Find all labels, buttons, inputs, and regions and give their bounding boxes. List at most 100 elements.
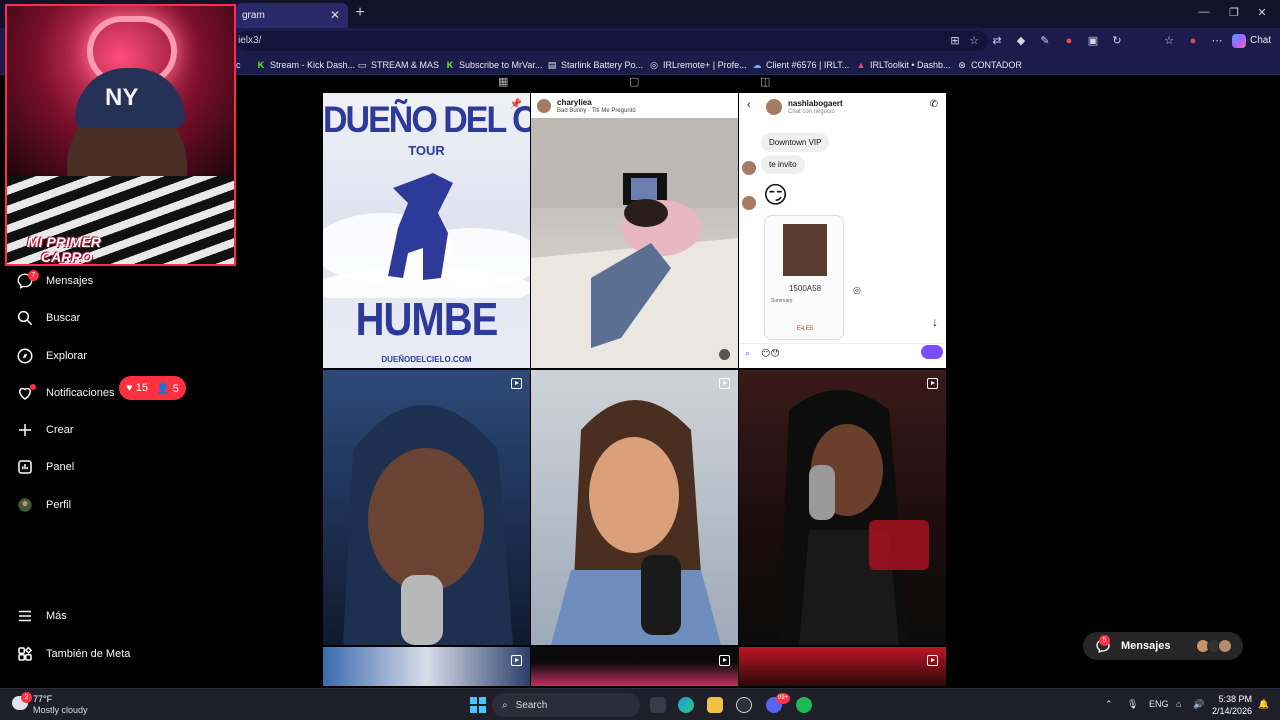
taskbar: 2 77°F Mostly cloudy ⌕ Search 99+ ⌃ 🎙 EN… — [0, 688, 1280, 720]
extension-icon[interactable]: ▣ — [1084, 32, 1102, 50]
emoji-icon: 😏 — [763, 182, 789, 209]
pinned-icon: 📌 — [509, 99, 522, 110]
maximize-icon[interactable]: ❐ — [1226, 6, 1242, 19]
avatar — [742, 161, 756, 175]
browser-tab[interactable]: gram ✕ — [236, 3, 348, 28]
task-view-icon[interactable] — [650, 697, 666, 713]
post-tile[interactable] — [739, 370, 946, 645]
follows-count: 👤 5 — [155, 382, 179, 395]
bookmark-item[interactable]: ▤ Starlink Battery Po... — [547, 58, 643, 72]
windows-start-icon[interactable] — [470, 697, 486, 713]
extension-icon[interactable]: ◆ — [1012, 32, 1030, 50]
chevron-up-icon[interactable]: ⌃ — [1105, 699, 1113, 710]
edge-icon[interactable] — [678, 697, 694, 713]
bookmark-item[interactable]: K Subscribe to MrVar... — [445, 58, 543, 72]
post-tile[interactable] — [531, 370, 738, 645]
bookmark-item[interactable]: K Stream - Kick Dash... — [256, 58, 355, 72]
screen: gram ✕ + — ❐ ✕ ielx3/ ⊞ ☆ ⇄ ◆ ✎ ● ▣ ↻ ☆ … — [0, 0, 1280, 720]
emoji-icon: 😶😯 — [761, 348, 780, 358]
sidebar-item-explore[interactable]: Explorar — [16, 345, 87, 367]
mute-icon[interactable] — [719, 349, 730, 360]
weather-description[interactable]: Mostly cloudy — [33, 705, 88, 715]
grid-tab-icon[interactable]: ▦ — [498, 75, 508, 88]
post-tile[interactable]: DUEÑO DEL CIELO TOUR HUMBE DUEÑODELCIELO… — [323, 93, 530, 368]
ticket-card: 1500A58 Summary E4,E5 — [764, 215, 844, 340]
poster-subtitle: TOUR — [408, 143, 445, 158]
tagged-tab-icon[interactable]: ◫ — [760, 75, 770, 88]
sidebar-item-profile[interactable]: Perfil — [16, 494, 71, 516]
obs-icon[interactable] — [736, 697, 752, 713]
volume-icon[interactable]: 🔊 — [1193, 699, 1204, 710]
extension-icon[interactable]: ⇄ — [988, 32, 1006, 50]
chat-label: Chat — [1250, 35, 1272, 46]
clock-time: 5:38 PM — [1218, 694, 1252, 704]
weather-badge: 2 — [21, 692, 32, 703]
cloud-icon: ☁ — [752, 60, 762, 70]
sidebar-item-dashboard[interactable]: Panel — [16, 456, 74, 478]
bookmark-item[interactable]: ⊛ CONTADOR — [957, 58, 1022, 72]
weather-temperature[interactable]: 77°F — [33, 694, 52, 704]
sidebar-item-also-from-meta[interactable]: También de Meta — [16, 643, 130, 665]
search-label: Search — [515, 699, 548, 711]
address-input[interactable]: ielx3/ — [236, 31, 988, 51]
spotify-icon[interactable] — [796, 697, 812, 713]
ny-logo: NY — [105, 84, 139, 111]
avatar — [537, 99, 551, 113]
sidebar-item-search[interactable]: Buscar — [16, 307, 80, 329]
bookmark-item[interactable]: ▲ IRLToolkit • Dashb... — [856, 58, 951, 72]
address-text: ielx3/ — [238, 35, 262, 46]
bookmark-item[interactable]: ☁ Client #6576 | IRLT... — [752, 58, 850, 72]
webcam-caption-1: MI PRIMER — [27, 234, 101, 250]
chat-subtitle: Chat con negocio — [788, 109, 835, 115]
post-tile[interactable]: charyliea Bad Bunny · Tití Me Preguntó — [531, 93, 738, 368]
ticket-photo — [783, 224, 827, 276]
close-window-icon[interactable]: ✕ — [1254, 6, 1270, 19]
profile-icon[interactable]: ● — [1184, 32, 1202, 50]
taskbar-search[interactable]: ⌕ Search — [492, 693, 640, 717]
meta-icon — [18, 646, 33, 661]
webcam-caption-2: CARRO — [41, 249, 93, 265]
reel-icon — [719, 655, 730, 666]
bookmark-item[interactable]: ◎ IRLremote+ | Profe... — [649, 58, 747, 72]
bookmark-item[interactable]: ▭ STREAM & MAS — [357, 58, 439, 72]
bookmark-item[interactable]: c — [236, 58, 241, 72]
favorite-star-icon[interactable]: ☆ — [965, 32, 983, 50]
post-tile[interactable] — [531, 647, 738, 686]
globe-icon: ◎ — [650, 60, 658, 70]
messages-count-badge: 7 — [28, 270, 39, 281]
microphone-icon[interactable]: 🎙 — [1127, 699, 1138, 710]
close-tab-icon[interactable]: ✕ — [328, 8, 342, 22]
apps-icon[interactable]: ⊞ — [946, 32, 964, 50]
favorites-icon[interactable]: ☆ — [1160, 32, 1178, 50]
post-tile[interactable] — [323, 647, 530, 686]
avatar — [766, 99, 782, 115]
copilot-chat-button[interactable]: Chat — [1232, 32, 1271, 50]
extension-icon[interactable]: ● — [1060, 32, 1078, 50]
avatar — [1217, 639, 1232, 653]
more-menu-icon[interactable]: ⋯ — [1208, 32, 1226, 50]
language-indicator[interactable]: ENG — [1149, 699, 1169, 709]
copilot-icon — [1232, 34, 1246, 48]
irltoolkit-icon: ▲ — [856, 60, 866, 70]
clock[interactable]: 5:38 PM 2/14/2026 — [1210, 693, 1252, 717]
video-thumbnail — [779, 390, 929, 645]
notifications-popup-pill[interactable]: ♥ 15 👤 5 — [119, 376, 186, 400]
post-tile[interactable] — [739, 647, 946, 686]
post-song: Bad Bunny · Tití Me Preguntó — [557, 108, 636, 114]
post-tile[interactable]: ‹ nashlabogaert Chat con negocio ✆ Downt… — [739, 93, 946, 368]
post-tile[interactable] — [323, 370, 530, 645]
reels-tab-icon[interactable]: ▢ — [629, 75, 639, 88]
extension-icon[interactable]: ✎ — [1036, 32, 1054, 50]
avatar — [742, 196, 756, 210]
minimize-icon[interactable]: — — [1196, 6, 1212, 18]
refresh-icon[interactable]: ↻ — [1108, 32, 1126, 50]
poster-title: DUEÑO DEL CIELO — [323, 99, 530, 141]
sidebar-item-create[interactable]: Crear — [16, 419, 74, 441]
sidebar-item-more[interactable]: Más — [16, 605, 67, 627]
new-tab-icon[interactable]: + — [352, 5, 368, 21]
network-icon[interactable]: ⌂ — [1176, 699, 1181, 709]
post-photo — [531, 118, 738, 368]
file-explorer-icon[interactable] — [707, 697, 723, 713]
chat-bubble: Downtown VIP — [761, 133, 830, 152]
notification-bell-icon[interactable]: 🔔 — [1258, 699, 1269, 710]
